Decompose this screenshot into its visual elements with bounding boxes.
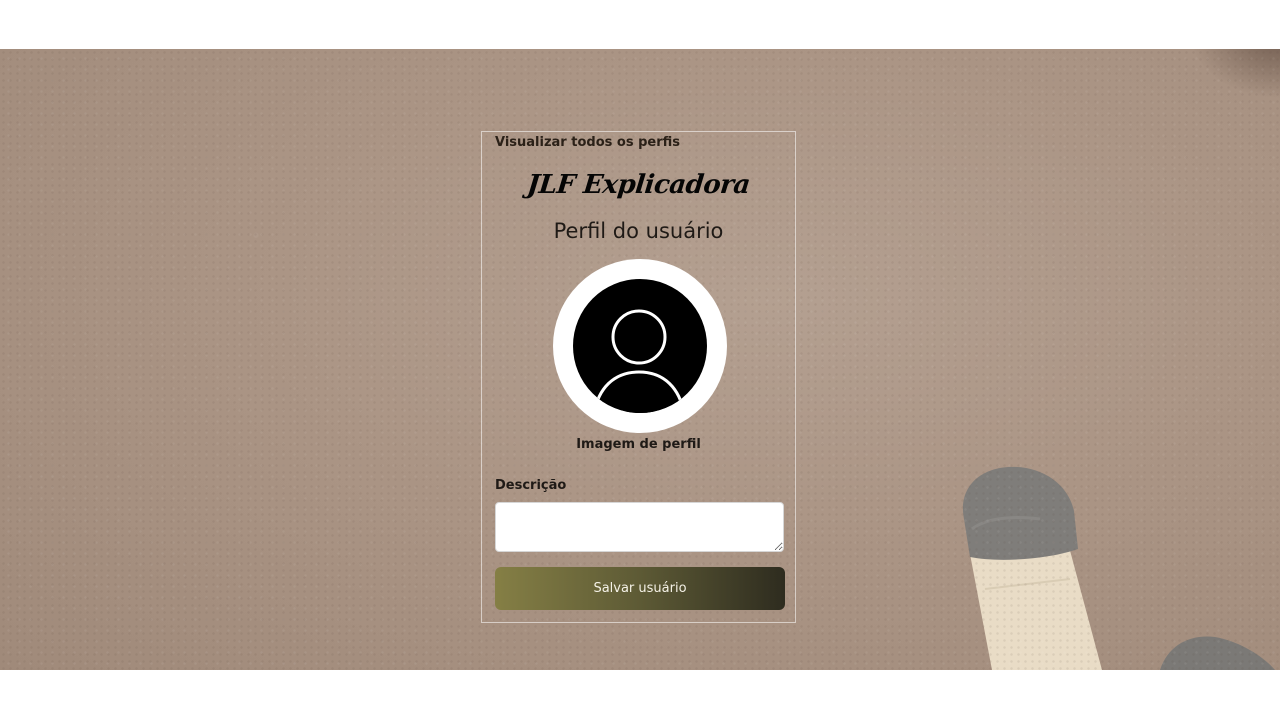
description-label: Descrição — [495, 478, 567, 493]
profile-card: Visualizar todos os perfis JLF Explicado… — [481, 131, 796, 623]
description-textarea[interactable] — [495, 502, 784, 552]
save-user-button[interactable]: Salvar usuário — [495, 567, 785, 610]
top-white-band — [0, 0, 1280, 49]
corner-shadow — [1190, 49, 1280, 99]
profile-image-picker[interactable] — [553, 259, 727, 433]
user-avatar-icon — [573, 279, 707, 413]
brand-logo-text: JLF Explicadora — [525, 170, 752, 200]
profile-image-label: Imagem de perfil — [576, 437, 701, 452]
view-all-profiles-link[interactable]: Visualizar todos os perfis — [495, 135, 680, 150]
bottom-white-band — [0, 670, 1280, 720]
page-title: Perfil do usuário — [553, 219, 724, 243]
